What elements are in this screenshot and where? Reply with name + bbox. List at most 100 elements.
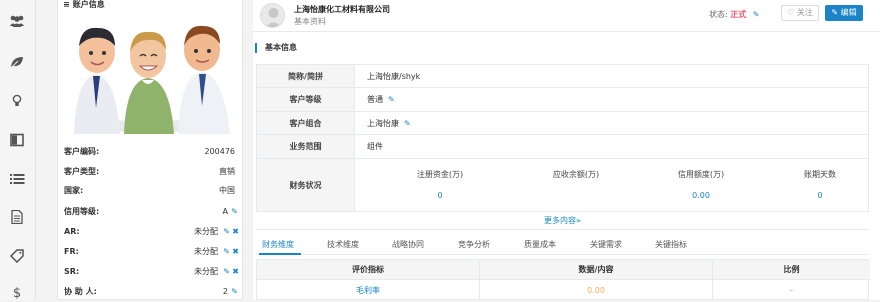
field-label: 客户类型:: [64, 167, 100, 176]
finance-header: 应收余额(万): [552, 170, 600, 179]
field-value: A: [222, 207, 228, 216]
edit-pencil-icon[interactable]: ✎: [223, 225, 230, 239]
table-row: 业务范围 组件: [257, 135, 868, 159]
list-icon[interactable]: [9, 172, 25, 188]
finance-metrics-table: 评价指标 数据/内容 比例 毛利率 0.00 -: [256, 259, 870, 301]
edit-button[interactable]: ✎ 编辑: [825, 5, 863, 21]
follow-button[interactable]: ♡ 关注: [781, 5, 819, 21]
field-ar: AR: 未分配 ✎ ✖: [64, 225, 240, 239]
row-value: 普通 ✎: [367, 88, 395, 111]
section-title-basic: 基本信息: [255, 43, 297, 53]
finance-header: 注册资金(万): [416, 170, 464, 179]
finance-value[interactable]: 0: [380, 191, 500, 200]
account-panel-header: ≡ 账户信息: [58, 0, 242, 12]
basic-info-table: 简称/简拼 上海怡康/shyk 客户等级 普通 ✎ 客户组合 上海怡康 ✎ 业务范围…: [256, 64, 869, 212]
field-label: 信用等级:: [64, 207, 100, 216]
row-value-text: 组件: [367, 142, 383, 151]
edit-pencil-icon[interactable]: ✎: [231, 285, 238, 299]
remove-icon[interactable]: ✖: [232, 265, 239, 279]
row-value: 上海怡康/shyk: [367, 65, 420, 87]
row-value: 组件: [367, 135, 383, 158]
row-value-text: 普通: [367, 95, 383, 104]
field-credit-level: 信用等级: A ✎: [64, 205, 240, 219]
tab-technology[interactable]: 技术维度: [327, 239, 359, 250]
tab-finance[interactable]: 财务维度: [262, 239, 294, 250]
column-header: 评价指标: [257, 260, 479, 280]
heart-icon: ♡: [787, 8, 795, 17]
finance-value[interactable]: 0: [760, 191, 880, 200]
tab-competition[interactable]: 竞争分析: [458, 239, 490, 250]
field-label: FR:: [64, 247, 79, 256]
data-cell: 0.00: [587, 286, 605, 295]
row-label: 财务状况: [257, 159, 355, 211]
status-indicator: 状态: 正式 ✎: [709, 9, 760, 20]
field-country: 国家: 中国: [64, 184, 240, 198]
edit-pencil-icon[interactable]: ✎: [388, 95, 395, 104]
row-label: 客户等级: [257, 88, 355, 111]
company-name: 上海怡康化工材料有限公司: [294, 5, 390, 14]
tab-quality-cost[interactable]: 质量成本: [524, 239, 556, 250]
row-value-text: 上海怡康: [367, 118, 399, 128]
finance-header: 账期天数: [804, 170, 836, 179]
ratio-cell: -: [790, 286, 793, 295]
row-value-text: 上海怡康/shyk: [367, 71, 421, 81]
field-label: AR:: [64, 227, 80, 236]
edit-status-icon[interactable]: ✎: [753, 10, 760, 19]
account-illustration: [62, 16, 237, 134]
remove-icon[interactable]: ✖: [232, 245, 239, 259]
table-row: 简称/简拼 上海怡康/shyk: [257, 65, 868, 88]
more-content-link[interactable]: 更多内容»: [256, 212, 869, 230]
field-sr: SR: 未分配 ✎ ✖: [64, 265, 240, 279]
tag-icon[interactable]: [9, 249, 25, 265]
main-panel: 上海怡康化工材料有限公司 基本资料 状态: 正式 ✎ ♡ 关注 ✎ 编辑 基本信…: [253, 0, 880, 300]
edit-pencil-icon[interactable]: ✎: [404, 119, 411, 128]
icon-rail: $: [0, 0, 36, 301]
column-header: 比例: [713, 260, 870, 280]
field-label: 客户编码:: [64, 147, 100, 156]
finance-grid: 注册资金(万) 应收余额(万) 信用额度(万) 账期天数 0 0.00 0: [355, 159, 868, 211]
remove-icon[interactable]: ✖: [232, 225, 239, 239]
column-header: 数据/内容: [480, 260, 712, 280]
follow-label: 关注: [796, 8, 813, 17]
field-label: 协 助 人:: [64, 287, 97, 296]
account-panel-title: 账户信息: [72, 0, 105, 9]
field-value: 未分配: [194, 227, 218, 236]
status-badge: 正式: [730, 10, 747, 19]
table-row-finance: 财务状况 注册资金(万) 应收余额(万) 信用额度(万) 账期天数 0 0.00…: [257, 159, 868, 211]
row-label: 客户组合: [257, 112, 355, 134]
row-value: 上海怡康 ✎: [367, 112, 411, 134]
table-row: 客户等级 普通 ✎: [257, 88, 868, 112]
users-icon[interactable]: [9, 14, 25, 30]
field-customer-type: 客户类型: 直销: [64, 165, 240, 179]
document-icon[interactable]: [9, 209, 25, 226]
field-value: 2: [222, 287, 228, 296]
field-value: 未分配: [194, 247, 218, 256]
table-row: 客户组合 上海怡康 ✎: [257, 112, 868, 135]
edit-pencil-icon[interactable]: ✎: [223, 245, 230, 259]
field-fr: FR: 未分配 ✎ ✖: [64, 245, 240, 259]
edit-icon: ✎: [831, 8, 839, 17]
finance-value[interactable]: 0.00: [641, 191, 761, 200]
tab-strategy[interactable]: 战略协同: [392, 239, 424, 250]
metric-cell[interactable]: 毛利率: [257, 281, 479, 301]
field-value: 直销: [219, 167, 235, 176]
field-value: 200476: [204, 147, 235, 156]
finance-header: 信用额度(万): [677, 170, 725, 179]
tab-key-indicator[interactable]: 关键指标: [655, 239, 687, 250]
field-assistant: 协 助 人: 2 ✎: [64, 285, 240, 299]
lightbulb-icon[interactable]: [9, 94, 25, 110]
dimension-tabs: 财务维度 技术维度 战略协同 竞争分析 质量成本 关键需求 关键指标: [256, 233, 869, 255]
leaf-icon[interactable]: [9, 55, 25, 71]
field-customer-code: 客户编码: 200476: [64, 145, 240, 159]
field-value: 中国: [219, 186, 235, 195]
edit-pencil-icon[interactable]: ✎: [223, 265, 230, 279]
company-subtitle: 基本资料: [294, 17, 326, 26]
field-label: 国家:: [64, 186, 84, 195]
status-label: 状态:: [709, 10, 728, 19]
avatar: [260, 3, 285, 28]
tab-key-demand[interactable]: 关键需求: [590, 239, 622, 250]
edit-pencil-icon[interactable]: ✎: [231, 205, 238, 219]
edit-label: 编辑: [840, 8, 857, 17]
menu-icon: ≡: [63, 0, 70, 9]
columns-icon[interactable]: [9, 133, 25, 149]
